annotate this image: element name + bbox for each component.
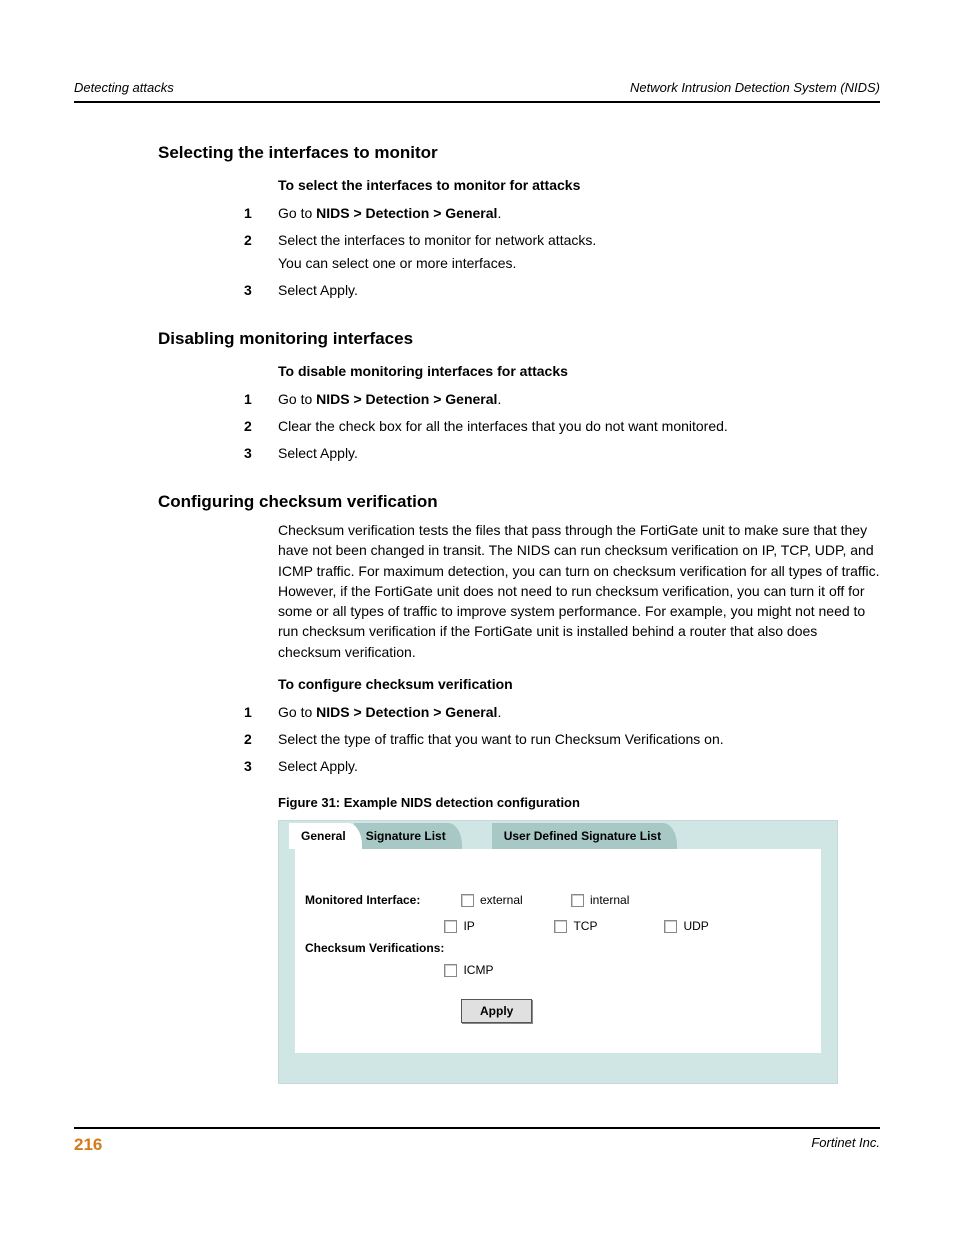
step-number: 1 [244,389,278,410]
step-number: 2 [244,230,278,251]
step-list: 1 Go to NIDS > Detection > General. 2 Se… [244,203,880,301]
checkbox-external[interactable]: external [461,893,541,907]
step-item: 1 Go to NIDS > Detection > General. [244,203,880,224]
paragraph-text: Checksum verification tests the files th… [278,520,880,662]
header-left: Detecting attacks [74,80,174,95]
step-item: 3 Select Apply. [244,756,880,777]
tab-user-defined-signature-list[interactable]: User Defined Signature List [492,823,677,849]
step-number: 2 [244,729,278,750]
step-item: 3 Select Apply. [244,280,880,301]
step-item: 2 Clear the check box for all the interf… [244,416,880,437]
figure-caption: Figure 31: Example NIDS detection config… [278,795,880,810]
tab-panel: Monitored Interface: external internal C… [295,849,821,1053]
procedure-heading: To configure checksum verification [278,676,880,692]
footer-company: Fortinet Inc. [811,1135,880,1155]
running-header: Detecting attacks Network Intrusion Dete… [74,80,880,103]
page-footer: 216 Fortinet Inc. [74,1127,880,1155]
step-text: Select Apply. [278,443,880,464]
tab-general[interactable]: General [289,823,362,849]
step-text: Go to NIDS > Detection > General. [278,702,880,723]
section-body: To configure checksum verification [278,676,880,692]
step-item: 1 Go to NIDS > Detection > General. [244,702,880,723]
step-list: 1 Go to NIDS > Detection > General. 2 Cl… [244,389,880,464]
section-heading-disabling: Disabling monitoring interfaces [158,329,880,349]
step-text: Clear the check box for all the interfac… [278,416,880,437]
checkbox-ip[interactable]: IP [444,919,524,933]
step-item: 3 Select Apply. [244,443,880,464]
form-row-checksum: Checksum Verifications: IP TCP UDP ICMP [305,919,811,977]
apply-button[interactable]: Apply [461,999,532,1023]
step-text: Select the type of traffic that you want… [278,729,880,750]
step-number: 3 [244,443,278,464]
step-number: 2 [244,416,278,437]
step-text: Select Apply. [278,280,880,301]
section-body: To select the interfaces to monitor for … [278,177,880,193]
step-text: Go to NIDS > Detection > General. [278,203,880,224]
header-right: Network Intrusion Detection System (NIDS… [630,80,880,95]
section-heading-checksum: Configuring checksum verification [158,492,880,512]
step-number: 1 [244,203,278,224]
tab-bar: General Signature List User Defined Sign… [279,821,837,849]
checkbox-group: IP TCP UDP ICMP [444,919,811,977]
step-number: 1 [244,702,278,723]
checkbox-group: external internal [461,893,651,907]
section-body: To disable monitoring interfaces for att… [278,363,880,379]
checkbox-icon [571,894,584,907]
step-number: 3 [244,280,278,301]
page-number: 216 [74,1135,102,1155]
checkbox-tcp[interactable]: TCP [554,919,634,933]
label-checksum-verifications: Checksum Verifications: [305,941,444,955]
section-heading-selecting: Selecting the interfaces to monitor [158,143,880,163]
checkbox-internal[interactable]: internal [571,893,651,907]
checkbox-icon [554,920,567,933]
step-text: Go to NIDS > Detection > General. [278,389,880,410]
document-page: Detecting attacks Network Intrusion Dete… [0,0,954,1235]
checkbox-icon [664,920,677,933]
procedure-heading: To disable monitoring interfaces for att… [278,363,880,379]
tab-signature-list[interactable]: Signature List [354,823,462,849]
step-list: 1 Go to NIDS > Detection > General. 2 Se… [244,702,880,777]
step-text: Select Apply. [278,756,880,777]
step-text: Select the interfaces to monitor for net… [278,230,880,274]
checkbox-icon [444,964,457,977]
step-item: 1 Go to NIDS > Detection > General. [244,389,880,410]
step-item: 2 Select the interfaces to monitor for n… [244,230,880,274]
figure-screenshot: General Signature List User Defined Sign… [278,820,838,1084]
step-item: 2 Select the type of traffic that you wa… [244,729,880,750]
form-row-monitored: Monitored Interface: external internal [305,893,811,907]
label-monitored-interface: Monitored Interface: [305,893,461,907]
checkbox-icon [444,920,457,933]
procedure-heading: To select the interfaces to monitor for … [278,177,880,193]
checkbox-icon [461,894,474,907]
checkbox-udp[interactable]: UDP [664,919,744,933]
checkbox-icmp[interactable]: ICMP [444,963,524,977]
step-number: 3 [244,756,278,777]
